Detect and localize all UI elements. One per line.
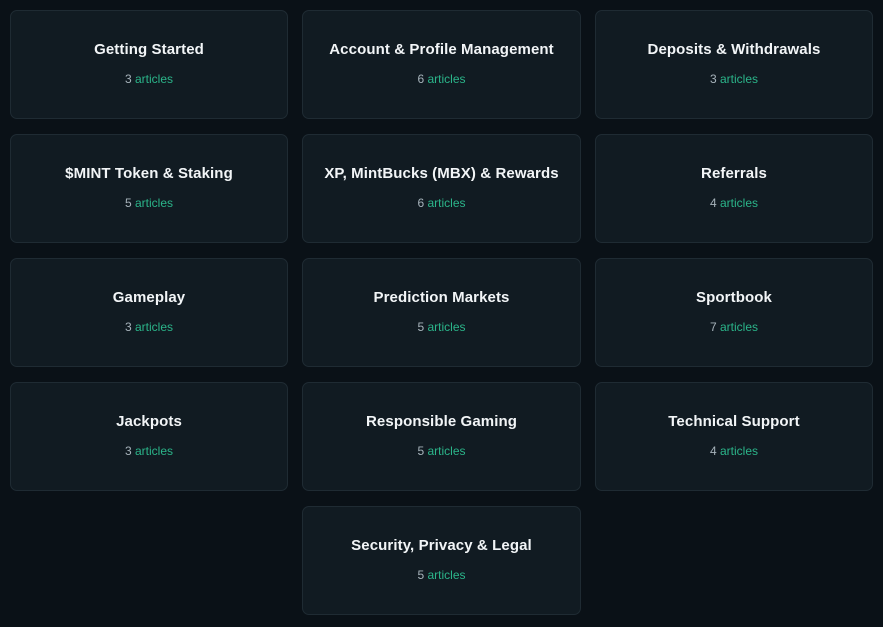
article-count-label: articles — [720, 196, 759, 210]
category-title: Security, Privacy & Legal — [351, 537, 532, 554]
article-count-number: 3 — [709, 72, 717, 86]
article-count: 5 articles — [417, 568, 465, 582]
article-count-label: articles — [427, 196, 466, 210]
category-title: Deposits & Withdrawals — [647, 41, 821, 58]
category-title: $MINT Token & Staking — [65, 165, 233, 182]
category-title: Sportbook — [696, 289, 772, 306]
article-count: 3 articles — [710, 72, 758, 86]
category-card-deposits-withdrawals[interactable]: Deposits & Withdrawals 3 articles — [595, 10, 873, 119]
category-title: Account & Profile Management — [329, 41, 554, 58]
article-count-number: 4 — [709, 196, 717, 210]
article-count-number: 5 — [417, 320, 425, 334]
article-count-label: articles — [720, 72, 759, 86]
article-count: 5 articles — [417, 444, 465, 458]
category-card-referrals[interactable]: Referrals 4 articles — [595, 134, 873, 243]
article-count-label: articles — [135, 196, 174, 210]
article-count-label: articles — [720, 320, 759, 334]
article-count: 5 articles — [125, 196, 173, 210]
article-count-number: 5 — [417, 444, 425, 458]
category-card-responsible-gaming[interactable]: Responsible Gaming 5 articles — [302, 382, 581, 491]
category-title: Jackpots — [116, 413, 182, 430]
article-count: 6 articles — [417, 72, 465, 86]
category-grid: Getting Started 3 articles Account & Pro… — [10, 10, 873, 615]
article-count-number: 3 — [124, 444, 132, 458]
category-card-technical-support[interactable]: Technical Support 4 articles — [595, 382, 873, 491]
article-count: 6 articles — [417, 196, 465, 210]
article-count-number: 3 — [124, 72, 132, 86]
article-count-label: articles — [427, 444, 466, 458]
article-count: 5 articles — [417, 320, 465, 334]
article-count-label: articles — [135, 444, 174, 458]
category-card-sportbook[interactable]: Sportbook 7 articles — [595, 258, 873, 367]
article-count: 3 articles — [125, 320, 173, 334]
article-count-label: articles — [427, 568, 466, 582]
category-card-mint-token-staking[interactable]: $MINT Token & Staking 5 articles — [10, 134, 288, 243]
category-title: Responsible Gaming — [366, 413, 517, 430]
article-count-number: 5 — [124, 196, 132, 210]
category-card-getting-started[interactable]: Getting Started 3 articles — [10, 10, 288, 119]
category-card-account-profile[interactable]: Account & Profile Management 6 articles — [302, 10, 581, 119]
article-count-number: 5 — [417, 568, 425, 582]
article-count: 4 articles — [710, 444, 758, 458]
category-card-jackpots[interactable]: Jackpots 3 articles — [10, 382, 288, 491]
article-count-number: 3 — [124, 320, 132, 334]
article-count-label: articles — [135, 72, 174, 86]
category-title: Prediction Markets — [373, 289, 510, 306]
category-title: XP, MintBucks (MBX) & Rewards — [324, 165, 559, 182]
article-count: 7 articles — [710, 320, 758, 334]
article-count-number: 6 — [417, 72, 425, 86]
article-count-label: articles — [135, 320, 174, 334]
article-count-number: 4 — [709, 444, 717, 458]
category-title: Getting Started — [94, 41, 204, 58]
article-count-number: 6 — [417, 196, 425, 210]
category-title: Technical Support — [668, 413, 800, 430]
article-count-number: 7 — [709, 320, 717, 334]
category-title: Referrals — [701, 165, 767, 182]
category-title: Gameplay — [112, 289, 186, 306]
category-card-prediction-markets[interactable]: Prediction Markets 5 articles — [302, 258, 581, 367]
article-count-label: articles — [720, 444, 759, 458]
category-card-xp-mintbucks-rewards[interactable]: XP, MintBucks (MBX) & Rewards 6 articles — [302, 134, 581, 243]
article-count: 3 articles — [125, 444, 173, 458]
article-count-label: articles — [427, 320, 466, 334]
category-card-security-privacy-legal[interactable]: Security, Privacy & Legal 5 articles — [302, 506, 581, 615]
article-count: 4 articles — [710, 196, 758, 210]
article-count-label: articles — [427, 72, 466, 86]
article-count: 3 articles — [125, 72, 173, 86]
category-card-gameplay[interactable]: Gameplay 3 articles — [10, 258, 288, 367]
